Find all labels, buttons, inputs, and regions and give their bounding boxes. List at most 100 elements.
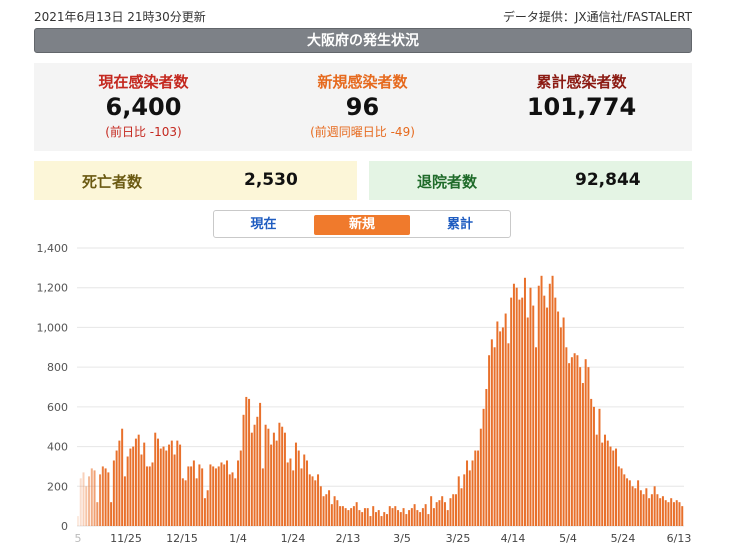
bar [248, 398, 251, 526]
data-source: データ提供：JX通信社/FASTALERT [502, 10, 692, 24]
bar [234, 478, 237, 526]
total-cases-label: 累計感染者数 [536, 73, 627, 91]
bar [579, 367, 582, 526]
bar [198, 464, 201, 526]
bar [518, 299, 521, 526]
bar [535, 347, 537, 526]
bar [372, 506, 375, 526]
bar [648, 498, 651, 526]
x-tick-label: 5/24 [611, 532, 636, 545]
bar [631, 486, 634, 526]
bar [598, 408, 601, 526]
bar [639, 490, 642, 526]
recovered-panel: 退院者数 92,844 [369, 161, 692, 200]
bar [272, 432, 275, 526]
bar [656, 494, 659, 526]
bar [333, 496, 336, 526]
bar [477, 450, 480, 526]
bar [306, 460, 308, 526]
bar [223, 464, 226, 526]
bar [667, 502, 670, 526]
bar [573, 353, 576, 526]
bar [347, 510, 350, 526]
bar [581, 383, 584, 526]
bar [435, 502, 438, 526]
bar [363, 508, 366, 526]
bar [443, 502, 446, 526]
bar [645, 488, 648, 526]
bar [214, 468, 217, 526]
bar [650, 494, 653, 526]
bar [303, 454, 306, 526]
bar [181, 478, 184, 526]
updated-timestamp: 2021年6月13日 21時30分更新 [34, 10, 206, 24]
tab-current[interactable]: 現在 [214, 215, 313, 235]
bar [380, 516, 383, 526]
bar [419, 512, 422, 526]
bar [330, 504, 333, 526]
bar [457, 476, 460, 526]
new-cases-bar-chart: 0 200 400 600 800 1,000 1,200 1,400 11/25 12/15 1/… [37, 242, 692, 545]
bar [206, 490, 209, 526]
top-bar: 2021年6月13日 21時30分更新 データ提供：JX通信社/FASTALER… [34, 6, 692, 24]
bar [121, 428, 124, 526]
bar [377, 510, 380, 526]
bar [523, 277, 526, 526]
tab-total[interactable]: 累計 [410, 215, 510, 235]
bar [148, 466, 151, 526]
bar [107, 472, 110, 526]
bar [256, 416, 259, 526]
bar [402, 508, 405, 526]
tab-new[interactable]: 新規 [314, 215, 410, 235]
y-tick-label: 1,000 [37, 321, 69, 334]
bar [391, 508, 394, 526]
bar [292, 470, 295, 526]
x-tick-label: 2/13 [336, 532, 361, 545]
bar [554, 297, 557, 526]
bar [157, 438, 159, 526]
bar [675, 500, 678, 526]
new-cases-change: (前週同曜日比 -49) [310, 125, 415, 139]
bar [670, 498, 673, 526]
y-tick-label: 600 [47, 401, 68, 414]
bar [642, 494, 645, 526]
bar [388, 506, 391, 526]
bar [225, 460, 228, 526]
bar [507, 343, 510, 526]
bar [82, 472, 85, 526]
bar [413, 504, 416, 526]
bar [438, 500, 441, 526]
bar [482, 408, 485, 526]
bar [615, 448, 618, 526]
bar [294, 442, 297, 526]
bar [394, 506, 397, 526]
bar [488, 355, 491, 526]
current-cases-value: 6,400 [105, 93, 182, 121]
bar [104, 468, 107, 526]
bar [192, 460, 195, 526]
x-tick-label: 4/14 [501, 532, 526, 545]
bar [339, 506, 342, 526]
bar [220, 462, 223, 526]
bar [471, 460, 474, 526]
x-tick-label: 6/13 [667, 532, 692, 545]
bar [217, 466, 220, 526]
bar [110, 502, 113, 526]
y-tick-label: 1,400 [37, 242, 69, 255]
recovered-value: 92,844 [575, 170, 641, 190]
x-tick-label-partial: 5 [75, 532, 82, 545]
bar [134, 438, 137, 526]
bar [551, 275, 554, 526]
bar [184, 480, 187, 526]
bar [99, 474, 102, 526]
bar [231, 472, 234, 526]
bar [281, 426, 284, 526]
bar [132, 446, 135, 526]
bar [195, 478, 198, 526]
bar [267, 428, 270, 526]
deaths-label: 死亡者数 [82, 173, 143, 191]
bar [123, 476, 126, 526]
bar [408, 510, 411, 526]
bar [101, 466, 104, 526]
x-tick-label: 5/4 [559, 532, 577, 545]
